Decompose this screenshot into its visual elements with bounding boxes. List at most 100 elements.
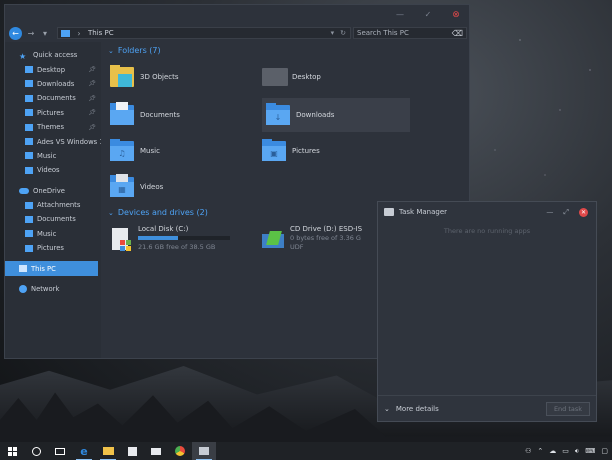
drive-filesystem: UDF [290, 243, 304, 251]
sidebar-item-onedrive-music[interactable]: Music [5, 227, 101, 241]
pictures-icon [25, 109, 33, 117]
address-bar[interactable]: › This PC ▾ ↻ [57, 27, 351, 39]
address-dropdown-icon[interactable]: ▾ [331, 29, 335, 37]
pin-icon: 📌︎ [88, 123, 96, 131]
sidebar-label: Videos [37, 166, 60, 175]
close-button[interactable]: ✕ [579, 207, 588, 217]
folder-label: Desktop [292, 73, 321, 81]
back-button[interactable]: ← [9, 26, 22, 40]
taskbar-mail[interactable] [144, 442, 168, 460]
end-task-button[interactable]: End task [546, 401, 590, 416]
folder-icon [25, 215, 33, 223]
drive-free-space: 21.6 GB free of 38.5 GB [138, 243, 216, 251]
folder-label: 3D Objects [140, 73, 179, 81]
taskbar-store[interactable] [120, 442, 144, 460]
pin-icon: 📌︎ [88, 109, 96, 117]
minimize-button[interactable]: — [546, 208, 553, 216]
sidebar-item-pictures[interactable]: Pictures 📌︎ [5, 106, 101, 120]
drives-section-header[interactable]: ⌄ Devices and drives (2) [108, 208, 208, 217]
sidebar-label: Music [37, 229, 57, 238]
folder-icon [25, 123, 33, 131]
mail-icon [151, 447, 161, 455]
star-icon: ★ [19, 51, 27, 61]
sidebar-label: Documents [37, 215, 76, 224]
this-pc-icon [61, 29, 70, 37]
folder-3d-objects[interactable]: 3D Objects [106, 60, 254, 94]
computer-icon [19, 265, 27, 273]
documents-icon [25, 94, 33, 102]
drive-name: Local Disk (C:) [138, 225, 189, 233]
sidebar-item-music[interactable]: Music [5, 149, 101, 163]
sidebar-item-videos[interactable]: Videos [5, 163, 101, 177]
pictures-folder-icon: ▣ [262, 138, 287, 162]
show-hidden-icons-icon[interactable]: ⌃ [537, 447, 543, 455]
task-manager-icon [384, 208, 394, 216]
drive-usage-bar [138, 236, 230, 240]
recent-locations-icon[interactable]: ▾ [40, 29, 50, 38]
sidebar-item-onedrive-documents[interactable]: Documents [5, 212, 101, 226]
cortana-button[interactable] [24, 442, 48, 460]
forward-button[interactable]: → [26, 29, 36, 38]
sidebar-item-quick-access[interactable]: ★ Quick access [5, 48, 101, 62]
taskbar-chrome[interactable] [168, 442, 192, 460]
sidebar-item-downloads[interactable]: Downloads 📌︎ [5, 77, 101, 91]
refresh-icon[interactable]: ↻ [340, 29, 346, 37]
desktop-icon [25, 66, 33, 74]
folder-documents[interactable]: Documents [106, 98, 254, 132]
folder-icon [25, 138, 33, 146]
start-button[interactable] [0, 442, 24, 460]
pin-icon: 📌︎ [88, 94, 96, 102]
sidebar-item-ades[interactable]: Ades VS Windows 1 [5, 134, 101, 148]
more-details-button[interactable]: ⌄ More details [384, 405, 439, 413]
network-icon [19, 285, 27, 294]
sidebar-item-attachments[interactable]: Attachments [5, 198, 101, 212]
sidebar-item-onedrive-pictures[interactable]: Pictures [5, 241, 101, 255]
file-explorer-icon [102, 447, 114, 455]
sidebar-label: Downloads [37, 79, 75, 88]
folders-section-header[interactable]: ⌄ Folders (7) [108, 46, 161, 55]
sidebar-item-onedrive[interactable]: OneDrive [5, 184, 101, 198]
taskbar-task-manager[interactable] [192, 442, 216, 460]
drive-local-disk-c[interactable]: Local Disk (C:) 21.6 GB free of 38.5 GB [106, 222, 256, 260]
drive-free-space: 0 bytes free of 3.36 G [290, 234, 361, 242]
sidebar-label: Music [37, 151, 57, 160]
folder-label: Downloads [296, 111, 335, 119]
sidebar-item-this-pc[interactable]: This PC [5, 261, 98, 276]
notifications-icon[interactable]: ▢ [601, 447, 608, 455]
sidebar-label: Attachments [37, 201, 81, 210]
folder-pictures[interactable]: ▣ Pictures [258, 134, 406, 168]
task-manager-window: Task Manager — ⤢ ✕ There are no running … [377, 201, 597, 422]
taskbar-file-explorer[interactable] [96, 442, 120, 460]
clear-search-icon[interactable]: ⌫ [452, 29, 463, 38]
folder-videos[interactable]: ▦ Videos [106, 170, 254, 204]
folder-icon [25, 230, 33, 238]
sidebar-item-desktop[interactable]: Desktop 📌︎ [5, 62, 101, 76]
navigation-pane: ★ Quick access Desktop 📌︎ Downloads 📌︎ D… [5, 42, 101, 358]
sidebar-item-network[interactable]: Network [5, 282, 101, 296]
maximize-button[interactable]: ⤢ [563, 208, 569, 217]
folder-music[interactable]: ♫ Music [106, 134, 254, 168]
sidebar-item-themes[interactable]: Themes 📌︎ [5, 120, 101, 134]
sidebar-label: Pictures [37, 244, 64, 253]
search-box[interactable]: Search This PC ⌫ [353, 27, 467, 39]
keyboard-icon[interactable]: ⌨ [585, 447, 595, 455]
people-icon[interactable]: ⚇ [525, 447, 531, 455]
folder-icon [25, 201, 33, 209]
system-tray: ⚇ ⌃ ☁ ▭ 🔉︎ ⌨ ▢ [525, 447, 612, 456]
sidebar-label: Network [31, 285, 60, 294]
task-view-button[interactable] [48, 442, 72, 460]
navigation-bar: ← → ▾ ↑ › This PC ▾ ↻ Search This PC ⌫ [5, 24, 469, 42]
maximize-button[interactable]: ✓ [421, 9, 435, 21]
folder-desktop[interactable]: Desktop [258, 60, 406, 94]
network-tray-icon[interactable]: ▭ [562, 447, 569, 455]
folder-downloads[interactable]: ↓ Downloads [262, 98, 410, 132]
taskbar-edge[interactable]: e [72, 442, 96, 460]
close-button[interactable]: ⊗ [449, 9, 463, 21]
onedrive-cloud-icon[interactable]: ☁ [549, 447, 556, 455]
minimize-button[interactable]: — [393, 9, 407, 21]
sidebar-item-documents[interactable]: Documents 📌︎ [5, 91, 101, 105]
sidebar-label: Themes [37, 123, 64, 132]
volume-icon[interactable]: 🔉︎ [575, 447, 579, 456]
videos-icon [25, 166, 33, 174]
documents-folder-icon [110, 102, 135, 126]
